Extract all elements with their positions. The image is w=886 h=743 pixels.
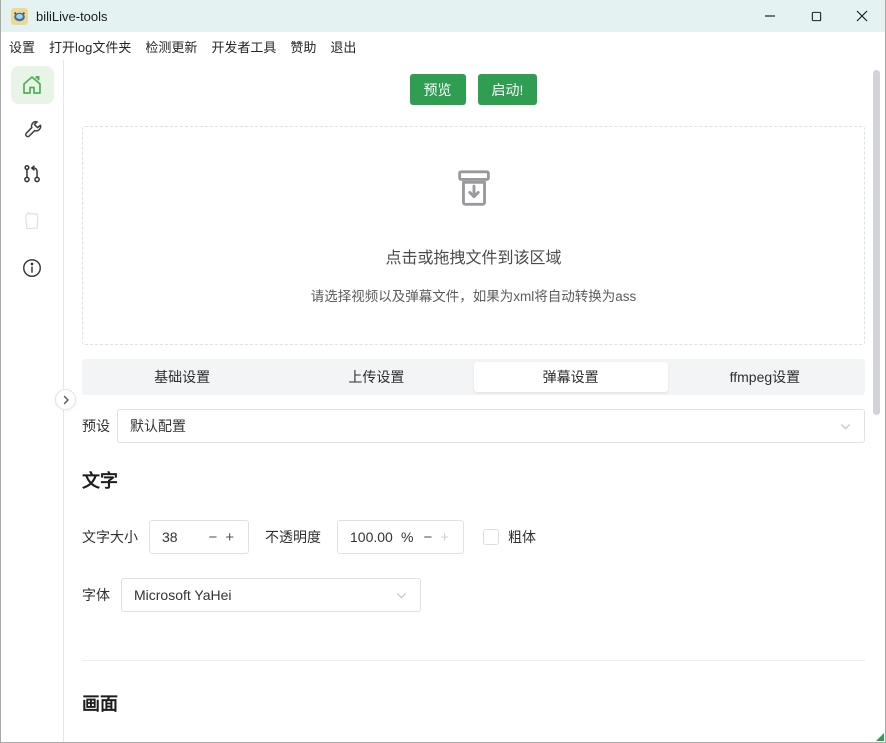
window-title: biliLive-tools	[36, 9, 108, 24]
maximize-icon	[811, 11, 822, 22]
dropzone-sub-text: 请选择视频以及弹幕文件，如果为xml将自动转换为ass	[311, 285, 637, 305]
bold-checkbox[interactable]	[483, 529, 499, 545]
close-icon	[856, 10, 868, 22]
main-content: 预览 启动! 点击或拖拽文件到该区域 请选择视频以及弹幕文件，如果为xml将自动…	[64, 60, 885, 742]
chevron-down-icon	[395, 589, 408, 602]
minimize-button[interactable]	[747, 0, 793, 32]
file-dropzone[interactable]: 点击或拖拽文件到该区域 请选择视频以及弹幕文件，如果为xml将自动转换为ass	[82, 126, 865, 345]
font-family-label: 字体	[82, 585, 110, 605]
tab-upload-settings[interactable]: 上传设置	[279, 362, 473, 392]
preset-select[interactable]: 默认配置	[117, 409, 865, 443]
font-family-value: Microsoft YaHei	[134, 587, 232, 603]
font-size-decrement-button[interactable]: −	[204, 529, 221, 546]
menu-sponsor[interactable]: 赞助	[283, 33, 323, 60]
font-size-label: 文字大小	[82, 527, 138, 547]
font-size-input[interactable]: 38 − +	[149, 520, 249, 554]
text-controls-row: 文字大小 38 − + 不透明度 100.00 % − + 粗体	[82, 520, 865, 554]
font-family-select[interactable]: Microsoft YaHei	[121, 578, 421, 612]
archive-download-icon	[451, 166, 497, 212]
sidebar-expand-button[interactable]	[55, 389, 76, 410]
sidebar-item-home[interactable]	[11, 66, 54, 104]
font-size-value: 38	[162, 529, 204, 545]
font-size-increment-button[interactable]: +	[221, 529, 238, 546]
menu-devtools[interactable]: 开发者工具	[204, 33, 283, 60]
chevron-down-icon	[839, 420, 852, 433]
menu-exit[interactable]: 退出	[323, 33, 363, 60]
window-controls	[747, 0, 885, 32]
app-logo-icon	[11, 8, 28, 25]
sidebar-item-tools[interactable]	[11, 110, 54, 148]
tab-basic-settings[interactable]: 基础设置	[85, 362, 279, 392]
menubar: 设置 打开log文件夹 检测更新 开发者工具 赞助 退出	[1, 32, 885, 60]
tab-danmaku-settings[interactable]: 弹幕设置	[474, 362, 668, 392]
preset-label: 预设	[82, 416, 110, 436]
close-button[interactable]	[839, 0, 885, 32]
info-icon	[21, 257, 43, 279]
tab-ffmpeg-settings[interactable]: ffmpeg设置	[668, 362, 862, 392]
video-section-heading: 画面	[82, 690, 865, 716]
preview-button[interactable]: 预览	[410, 74, 466, 105]
section-divider	[82, 660, 865, 661]
sidebar-item-about[interactable]	[11, 249, 54, 287]
opacity-input[interactable]: 100.00 % − +	[337, 520, 464, 554]
opacity-suffix: %	[401, 529, 413, 545]
minimize-icon	[764, 10, 776, 22]
home-icon	[20, 73, 44, 97]
sidebar-item-clip[interactable]	[11, 202, 54, 240]
start-button[interactable]: 启动!	[478, 74, 538, 105]
opacity-value: 100.00	[350, 529, 395, 545]
menu-open-log-folder[interactable]: 打开log文件夹	[42, 33, 138, 60]
wrench-icon	[21, 118, 44, 141]
app-window: { "window": { "title": "biliLive-tools" …	[0, 0, 886, 743]
opacity-decrement-button[interactable]: −	[419, 529, 436, 546]
font-row: 字体 Microsoft YaHei	[82, 578, 865, 612]
vertical-scrollbar-thumb[interactable]	[873, 70, 880, 415]
silhouette-icon	[19, 208, 45, 234]
opacity-increment-button[interactable]: +	[436, 529, 453, 546]
sidebar-item-convert[interactable]	[11, 155, 54, 193]
dropzone-main-text: 点击或拖拽文件到该区域	[385, 244, 561, 268]
opacity-label: 不透明度	[265, 527, 321, 547]
menu-check-update[interactable]: 检测更新	[138, 33, 204, 60]
chevron-right-icon	[61, 395, 71, 405]
settings-tabs: 基础设置 上传设置 弹幕设置 ffmpeg设置	[82, 359, 865, 395]
preset-row: 预设 默认配置	[82, 409, 865, 443]
maximize-button[interactable]	[793, 0, 839, 32]
menu-settings[interactable]: 设置	[2, 33, 42, 60]
resize-grip	[876, 733, 884, 741]
text-section-heading: 文字	[82, 467, 865, 493]
preset-select-value: 默认配置	[130, 416, 186, 436]
git-compare-icon	[21, 163, 43, 185]
bold-label: 粗体	[508, 527, 536, 547]
action-buttons: 预览 启动!	[82, 74, 865, 105]
titlebar: biliLive-tools	[1, 0, 885, 32]
